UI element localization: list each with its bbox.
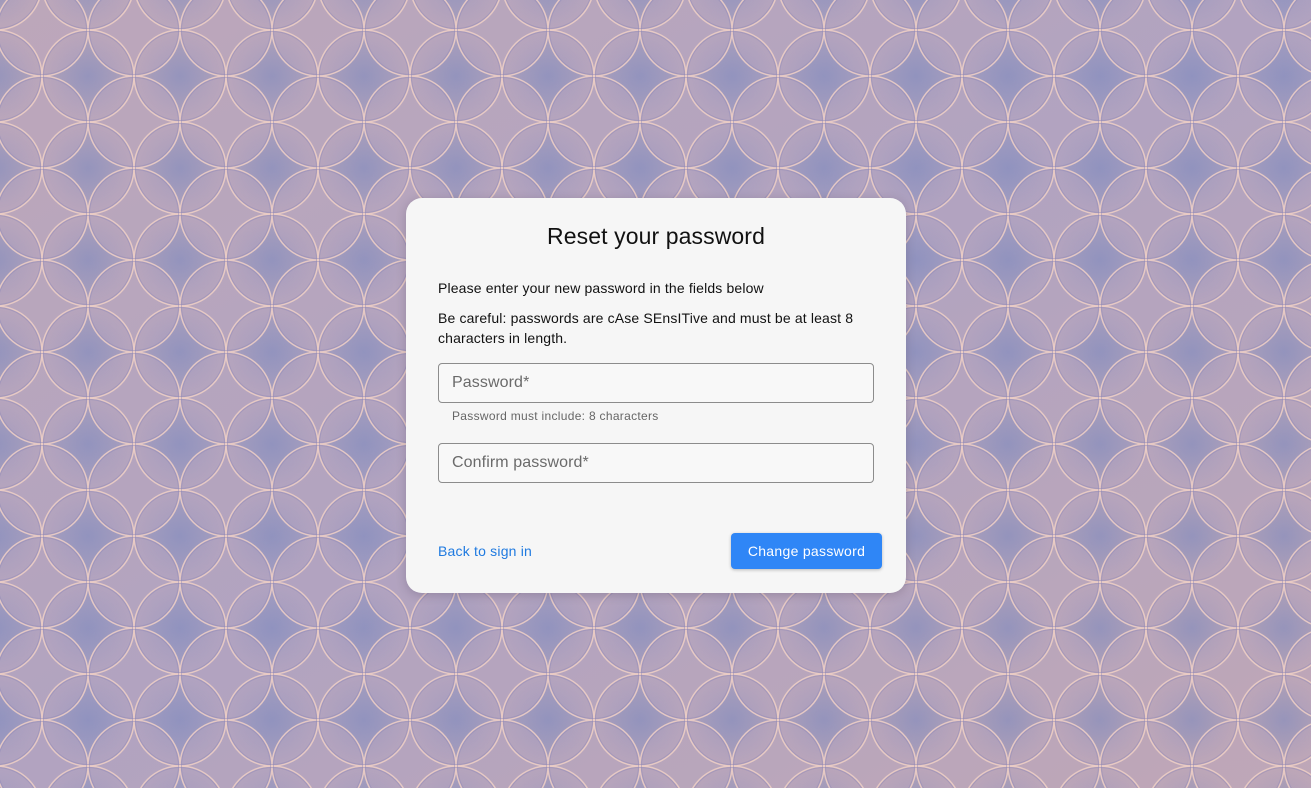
- case-sensitivity-warning: Be careful: passwords are cAse SEnsITive…: [438, 310, 854, 346]
- page-title: Reset your password: [547, 223, 765, 249]
- confirm-password-field[interactable]: Confirm password*: [438, 443, 874, 483]
- instruction-text: Please enter your new password in the fi…: [438, 280, 764, 296]
- reset-password-card: Reset your password Please enter your ne…: [406, 198, 906, 593]
- password-field[interactable]: Password*: [438, 363, 874, 403]
- password-helper-text: Password must include: 8 characters: [452, 409, 659, 423]
- password-input[interactable]: [439, 364, 873, 402]
- confirm-password-input[interactable]: [439, 444, 873, 482]
- change-password-button[interactable]: Change password: [731, 533, 882, 569]
- back-to-sign-in-link[interactable]: Back to sign in: [438, 543, 532, 559]
